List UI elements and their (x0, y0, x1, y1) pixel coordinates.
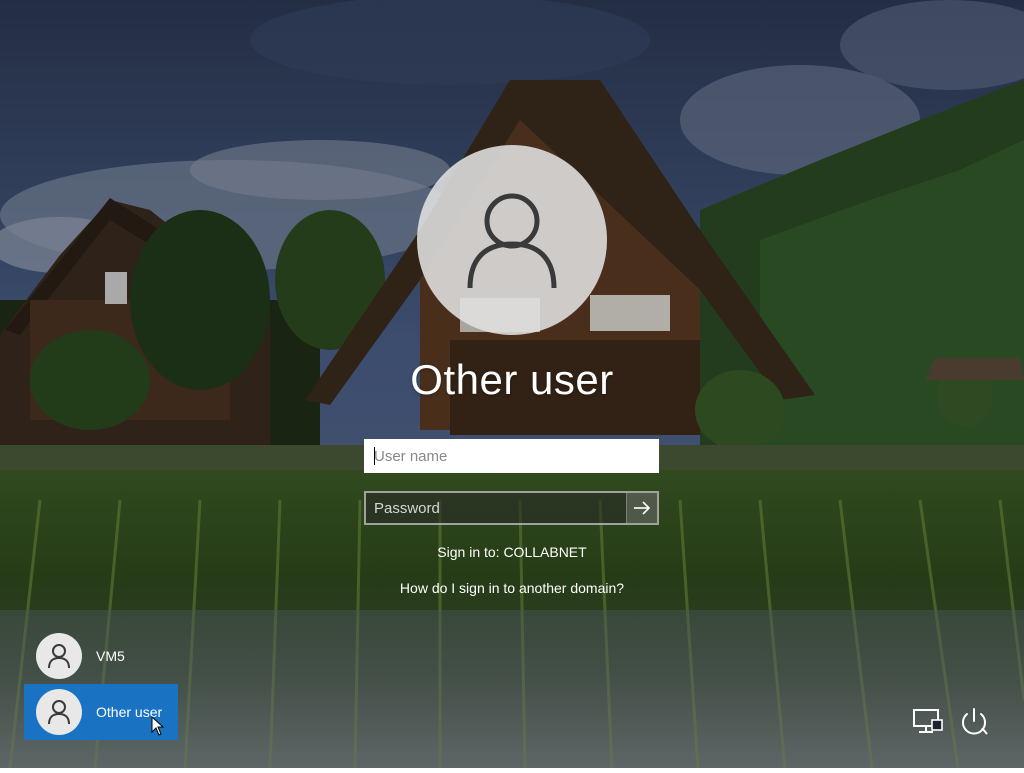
power-icon (962, 708, 988, 735)
domain-help-link[interactable]: How do I sign in to another domain? (400, 580, 624, 596)
user-tile-label: VM5 (96, 648, 125, 664)
login-user-title: Other user (410, 356, 614, 403)
password-input[interactable] (366, 493, 626, 523)
tile-avatar (36, 633, 82, 679)
network-button[interactable] (912, 706, 944, 738)
domain-help-container: How do I sign in to another domain? (0, 580, 1024, 596)
user-avatar (417, 145, 607, 335)
tile-avatar (36, 689, 82, 735)
username-input[interactable] (366, 441, 657, 471)
submit-button[interactable] (626, 493, 657, 523)
arrow-right-icon (634, 501, 651, 515)
sign-in-domain-text: Sign in to: COLLABNET (437, 544, 587, 560)
user-avatar-icon (48, 644, 70, 669)
user-tile-label: Other user (96, 704, 163, 720)
username-field[interactable] (364, 439, 659, 473)
user-tile-other-user[interactable]: Other user (24, 684, 178, 740)
user-tile-vm5[interactable]: VM5 (24, 628, 178, 684)
user-avatar-icon (467, 193, 557, 289)
power-button[interactable] (958, 706, 990, 738)
user-avatar-icon (48, 700, 70, 725)
password-field[interactable] (364, 491, 659, 525)
text-cursor (374, 447, 375, 465)
network-icon (913, 709, 943, 733)
